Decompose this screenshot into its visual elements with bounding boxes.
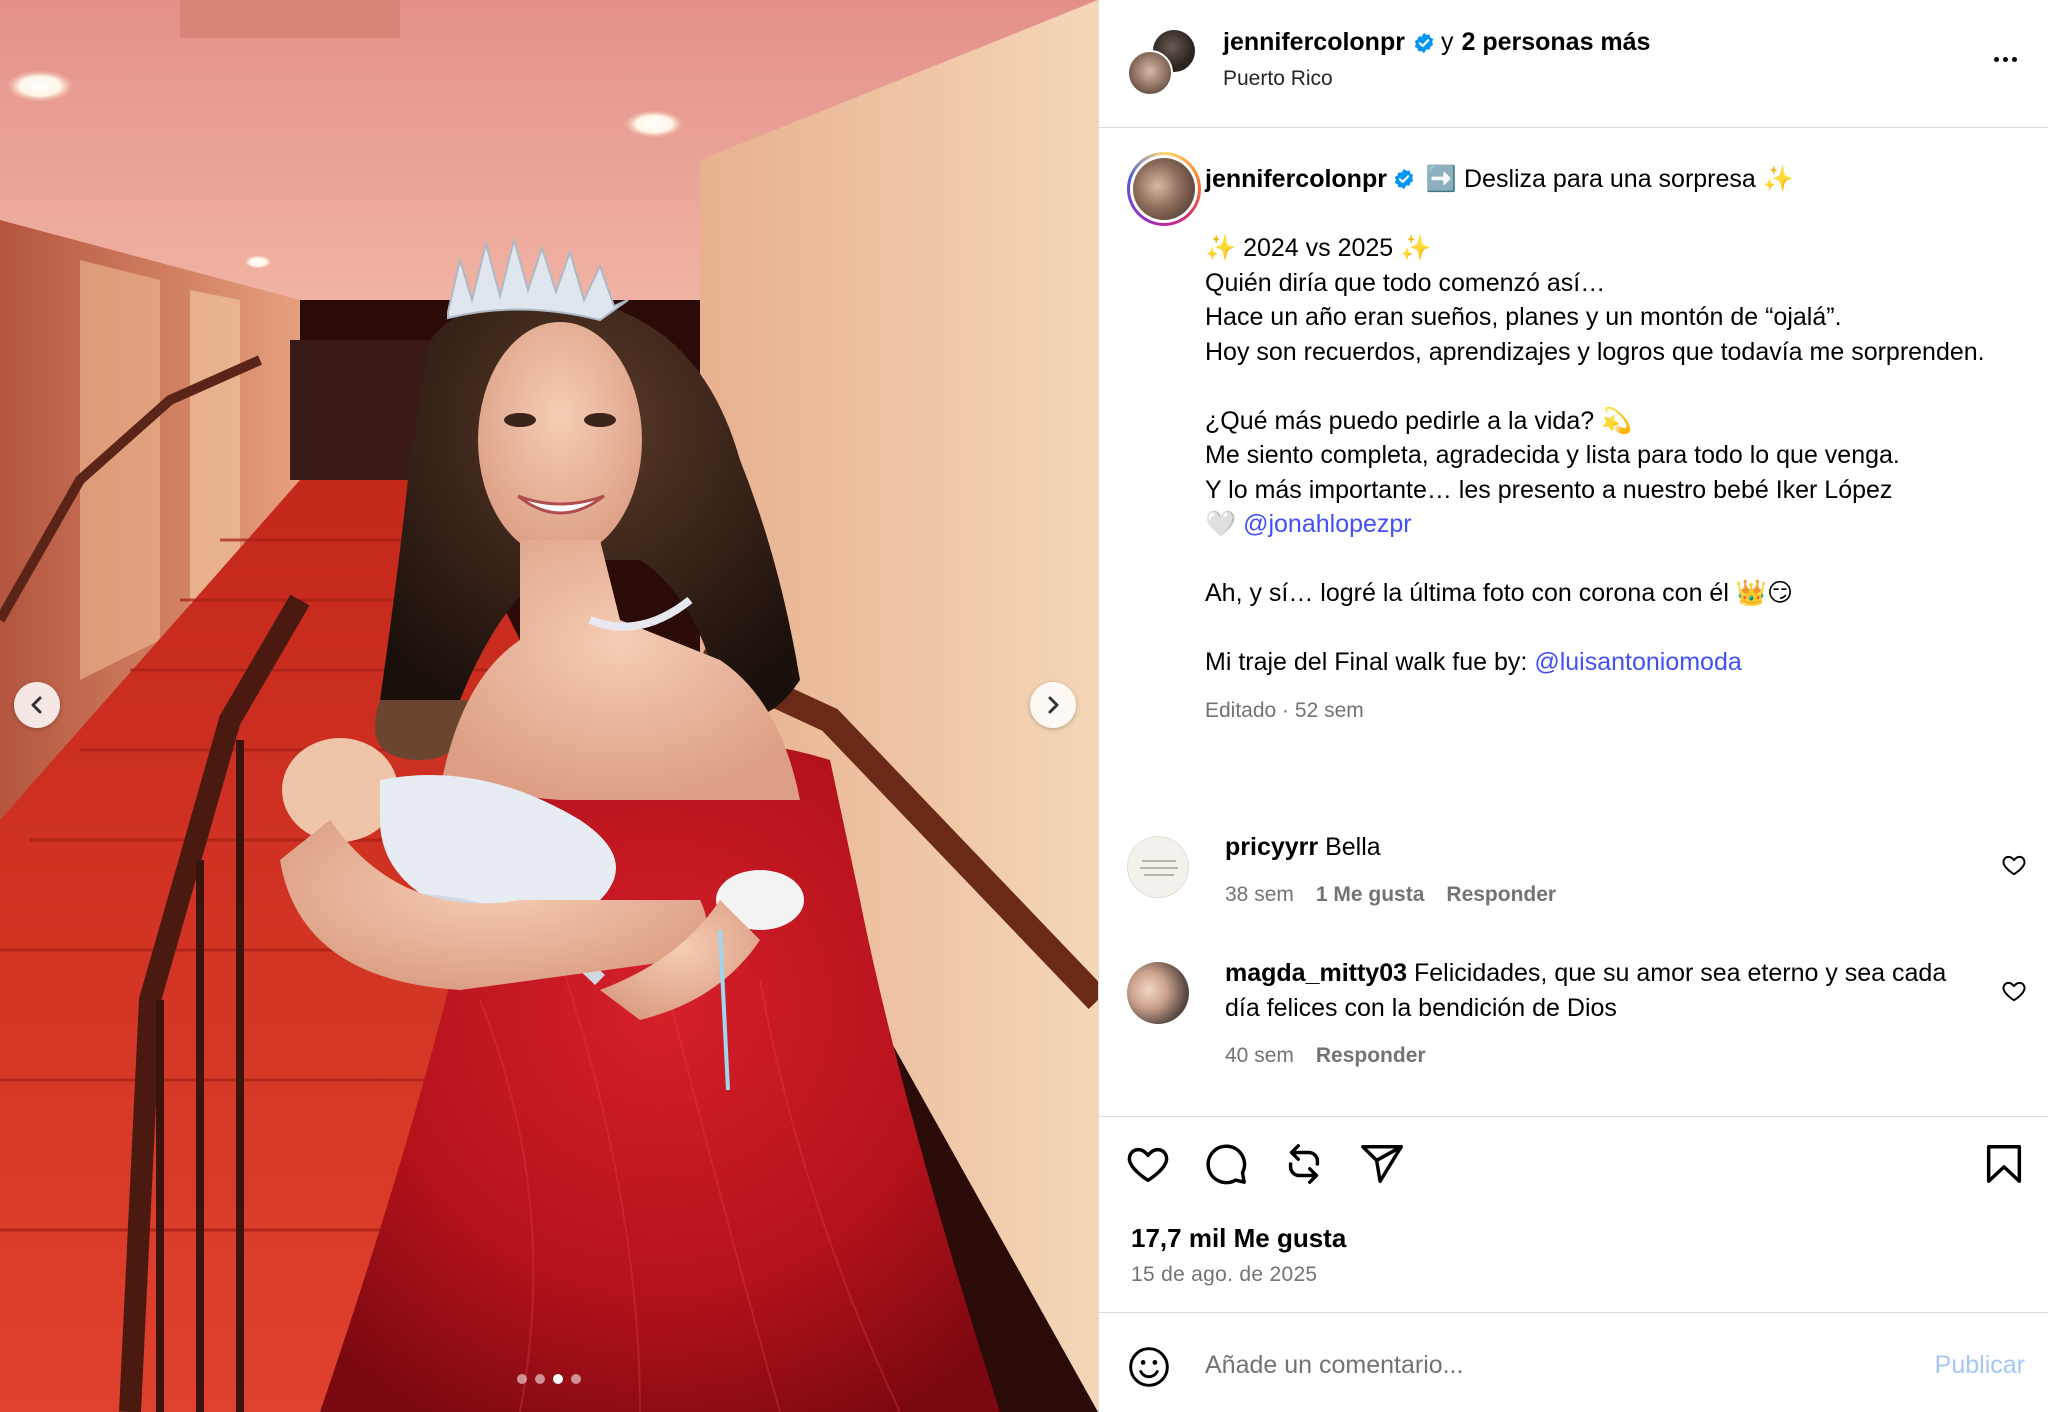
share-icon[interactable] <box>1359 1141 1405 1187</box>
location-link[interactable]: Puerto Rico <box>1223 67 1650 91</box>
avatar[interactable] <box>1127 836 1189 898</box>
reply-button[interactable]: Responder <box>1446 877 1556 912</box>
heart-icon[interactable] <box>2001 852 2027 878</box>
reply-button[interactable]: Responder <box>1316 1038 1426 1073</box>
comment-time[interactable]: 40 sem <box>1225 1038 1294 1073</box>
more-icon <box>2011 56 2017 62</box>
emoji-icon[interactable] <box>1127 1345 1171 1389</box>
publish-button[interactable]: Publicar <box>1935 1351 2025 1380</box>
avatar <box>1127 50 1173 96</box>
collab-avatars[interactable] <box>1127 28 1197 98</box>
comment-username[interactable]: magda_mitty03 <box>1225 959 1407 987</box>
carousel-dot-active <box>553 1374 563 1384</box>
caption-meta: Editado · 52 sem <box>1205 698 1364 722</box>
caption-username[interactable]: jennifercolonpr <box>1205 165 1387 193</box>
avatar[interactable] <box>1127 962 1189 1024</box>
likes-count[interactable]: 17,7 mil Me gusta <box>1131 1223 1346 1254</box>
verified-icon <box>1414 32 1434 53</box>
caption-text: Me siento completa, agradecida y lista p… <box>1205 441 1900 469</box>
post-side-panel: jennifercolonpr y 2 personas más Puerto … <box>1098 0 2048 1412</box>
chevron-right-icon <box>1048 696 1059 714</box>
author-avatar[interactable] <box>1127 152 1201 226</box>
comments-scroll-area[interactable]: jennifercolonpr ➡️ Desliza para una sorp… <box>1099 128 2048 1116</box>
comment-input[interactable] <box>1205 1343 1825 1387</box>
carousel-dot <box>571 1374 581 1384</box>
heart-icon[interactable] <box>1125 1141 1171 1187</box>
collab-others-link[interactable]: 2 personas más <box>1461 28 1650 57</box>
caption-text: ¿Qué más puedo pedirle a la vida? 💫 <box>1205 406 1633 435</box>
post-actions: 17,7 mil Me gusta 15 de ago. de 2025 <box>1099 1116 2048 1312</box>
carousel-prev-button[interactable] <box>14 682 60 728</box>
caption-text: Y lo más importante… les presento a nues… <box>1205 475 1893 504</box>
author-username[interactable]: jennifercolonpr <box>1223 28 1405 57</box>
comment-username[interactable]: pricyyrr <box>1225 833 1318 861</box>
comment-composer: Publicar <box>1099 1312 2048 1412</box>
mention-link[interactable]: @jonahlopezpr <box>1243 510 1412 538</box>
verified-icon <box>1394 168 1414 190</box>
post-media[interactable] <box>0 0 1098 1412</box>
heart-icon[interactable] <box>2001 978 2027 1004</box>
carousel-dot <box>517 1374 527 1384</box>
mention-link[interactable]: @luisantoniomoda <box>1534 648 1741 676</box>
caption-text: 🤍 <box>1205 510 1237 538</box>
carousel-indicator <box>0 1374 1098 1384</box>
comment-time[interactable]: 38 sem <box>1225 877 1294 912</box>
caption-text: Ah, y sí… logré la última foto con coron… <box>1205 579 1794 607</box>
post-photo <box>0 0 1098 1412</box>
carousel-next-button[interactable] <box>1030 682 1076 728</box>
carousel-dot <box>535 1374 545 1384</box>
caption-text: Hoy son recuerdos, aprendizajes y logros… <box>1205 337 1985 366</box>
comment-icon[interactable] <box>1203 1141 1249 1187</box>
more-icon <box>1993 56 1999 62</box>
post-date[interactable]: 15 de ago. de 2025 <box>1131 1263 1317 1287</box>
comment-text: Bella <box>1325 833 1381 861</box>
caption-text: Hace un año eran sueños, planes y un mon… <box>1205 303 1842 331</box>
comment-likes[interactable]: 1 Me gusta <box>1316 877 1425 912</box>
caption-text: ✨ 2024 vs 2025 ✨ <box>1205 234 1432 262</box>
more-options-button[interactable] <box>1985 44 2025 74</box>
caption-text: ➡️ Desliza para una sorpresa ✨ <box>1425 165 1794 193</box>
repost-icon[interactable] <box>1281 1141 1327 1187</box>
collab-connector: y <box>1440 28 1454 56</box>
bookmark-icon[interactable] <box>1981 1141 2027 1187</box>
caption-text: Quién diría que todo comenzó así… <box>1205 268 1606 297</box>
more-icon <box>2002 56 2008 62</box>
post-header: jennifercolonpr y 2 personas más Puerto … <box>1099 0 2048 128</box>
chevron-left-icon <box>31 696 42 714</box>
caption-text: Mi traje del Final walk fue by: <box>1205 648 1528 676</box>
